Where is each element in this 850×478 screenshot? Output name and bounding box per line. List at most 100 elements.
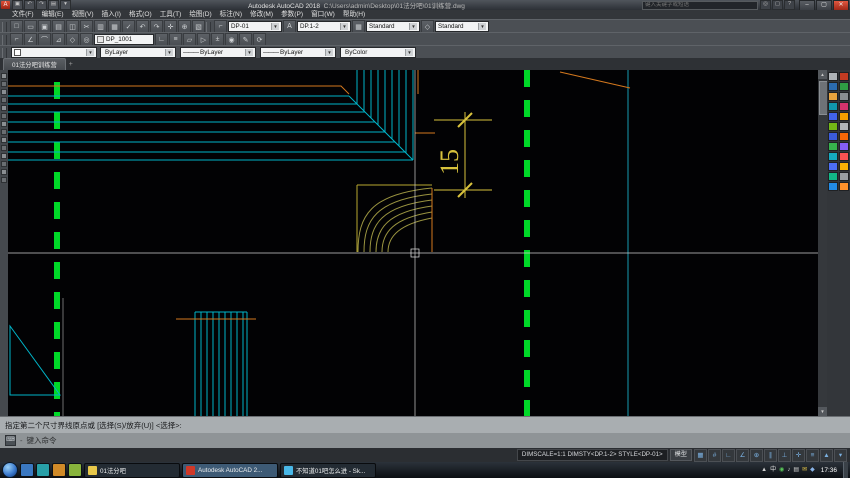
draw-tool-icon[interactable] [1, 121, 7, 127]
menu-item[interactable]: 参数(P) [277, 10, 307, 19]
chevron-down-icon[interactable]: ▼ [86, 49, 94, 56]
toolbar-grip[interactable] [2, 48, 7, 58]
draw-tool-icon[interactable] [1, 97, 7, 103]
ducs-icon[interactable]: ⊥ [778, 449, 791, 462]
ime-icon[interactable]: 中 [770, 464, 776, 476]
taskbar-window-button[interactable]: 不知道01吧怎么进 - Sk... [280, 463, 376, 478]
chevron-down-icon[interactable]: ▼ [245, 49, 253, 56]
taskbar-clock[interactable]: 17:36 [818, 467, 840, 474]
infocenter-search-input[interactable] [642, 1, 758, 10]
help-icon[interactable]: ? [784, 0, 795, 10]
palette-icon[interactable] [839, 172, 849, 181]
menu-item[interactable]: 编辑(E) [38, 10, 68, 19]
palette-icon[interactable] [828, 182, 838, 191]
chevron-down-icon[interactable]: ▼ [165, 49, 173, 56]
palette-icon[interactable] [828, 112, 838, 121]
close-button[interactable]: ✕ [833, 0, 849, 11]
palette-icon[interactable] [828, 122, 838, 131]
quicklaunch-icon[interactable] [52, 463, 66, 477]
chevron-down-icon[interactable]: ▼ [478, 23, 486, 30]
menu-item[interactable]: 窗口(W) [307, 10, 339, 19]
network-icon[interactable]: ▤ [793, 464, 799, 476]
snap-icon[interactable]: # [708, 449, 721, 462]
draw-tool-icon[interactable] [1, 113, 7, 119]
menu-item[interactable]: 文件(F) [8, 10, 38, 19]
palette-icon[interactable] [839, 162, 849, 171]
lineweight-combo[interactable]: ——— ByLayer ▼ [260, 47, 336, 58]
mleader-style-combo[interactable]: Standard▼ [435, 21, 489, 32]
palette-icon[interactable] [839, 182, 849, 191]
scroll-down-icon[interactable]: ▼ [818, 407, 827, 416]
menu-item[interactable]: 标注(N) [216, 10, 246, 19]
palette-icon[interactable] [839, 112, 849, 121]
color-combo[interactable]: ByLayer ▼ [100, 47, 176, 58]
palette-icon[interactable] [828, 132, 838, 141]
hidden-icons-arrow[interactable]: ▲ [761, 464, 767, 476]
palette-icon[interactable] [839, 122, 849, 131]
draw-tool-icon[interactable] [1, 129, 7, 135]
palette-icon[interactable] [828, 172, 838, 181]
draw-tool-icon[interactable] [1, 73, 7, 79]
search-icon[interactable]: ◎ [760, 0, 771, 10]
draw-tool-icon[interactable] [1, 105, 7, 111]
quicklaunch-icon[interactable] [68, 463, 82, 477]
quicklaunch-icon[interactable] [20, 463, 34, 477]
palette-icon[interactable] [839, 142, 849, 151]
toolbar-grip[interactable] [2, 22, 7, 32]
customize-icon[interactable]: ▾ [834, 449, 847, 462]
model-space-canvas[interactable]: 15 [8, 70, 818, 416]
menu-item[interactable]: 工具(T) [156, 10, 186, 19]
workspace-switch-icon[interactable]: ▾ [60, 0, 71, 10]
palette-icon[interactable] [828, 102, 838, 111]
antivirus-icon[interactable]: ◉ [779, 464, 784, 476]
start-button[interactable] [2, 462, 18, 478]
vertical-scrollbar[interactable]: ▲ ▼ [818, 70, 827, 416]
layer-combo[interactable]: ▼ [11, 47, 97, 58]
draw-tool-icon[interactable] [1, 145, 7, 151]
qsave-icon[interactable]: ▣ [12, 0, 23, 10]
minimize-button[interactable]: – [799, 0, 815, 11]
draw-tool-icon[interactable] [1, 137, 7, 143]
draw-tool-icon[interactable] [1, 153, 7, 159]
palette-icon[interactable] [839, 102, 849, 111]
menu-item[interactable]: 插入(I) [98, 10, 125, 19]
palette-icon[interactable] [828, 72, 838, 81]
palette-icon[interactable] [828, 152, 838, 161]
taskbar-window-button[interactable]: Autodesk AutoCAD 2... [182, 463, 278, 478]
chevron-down-icon[interactable]: ▼ [271, 23, 279, 30]
menu-item[interactable]: 绘图(D) [185, 10, 215, 19]
palette-icon[interactable] [828, 82, 838, 91]
command-input-line[interactable]: ⌨ - 键入命令 [0, 433, 850, 448]
current-layer-field[interactable]: DP_1001 [94, 34, 154, 45]
taskbar-window-button[interactable]: 01法分吧 [84, 463, 180, 478]
signin-icon[interactable]: ▢ [772, 0, 783, 10]
draw-tool-icon[interactable] [1, 81, 7, 87]
palette-icon[interactable] [839, 92, 849, 101]
polar-icon[interactable]: ∠ [736, 449, 749, 462]
palette-icon[interactable] [828, 162, 838, 171]
drawing-tab[interactable]: 01法分吧训练营 [3, 58, 66, 70]
volume-icon[interactable]: ♪ [787, 464, 790, 476]
scroll-up-icon[interactable]: ▲ [818, 70, 827, 79]
plot-icon[interactable]: ▤ [48, 0, 59, 10]
undo-icon[interactable]: ↶ [24, 0, 35, 10]
otrack-icon[interactable]: ∥ [764, 449, 777, 462]
chevron-down-icon[interactable]: ▼ [340, 23, 348, 30]
draw-tool-icon[interactable] [1, 177, 7, 183]
chevron-down-icon[interactable]: ▼ [409, 23, 417, 30]
menu-item[interactable]: 格式(O) [125, 10, 156, 19]
message-icon[interactable]: ✉ [802, 464, 807, 476]
grid-icon[interactable]: ▦ [694, 449, 707, 462]
dyninput-icon[interactable]: ✛ [792, 449, 805, 462]
dim-style-combo[interactable]: DP-01▼ [228, 21, 282, 32]
draw-tool-icon[interactable] [1, 161, 7, 167]
app-logo-icon[interactable]: A [1, 1, 10, 9]
palette-icon[interactable] [839, 72, 849, 81]
model-space-button[interactable]: 模型 [670, 449, 692, 461]
chevron-down-icon[interactable]: ▼ [325, 49, 333, 56]
palette-icon[interactable] [839, 132, 849, 141]
text-style-combo[interactable]: DP.1-2▼ [297, 21, 351, 32]
menu-item[interactable]: 修改(M) [246, 10, 277, 19]
linetype-combo[interactable]: ——— ByLayer ▼ [180, 47, 256, 58]
toolbar-grip[interactable] [2, 35, 7, 45]
